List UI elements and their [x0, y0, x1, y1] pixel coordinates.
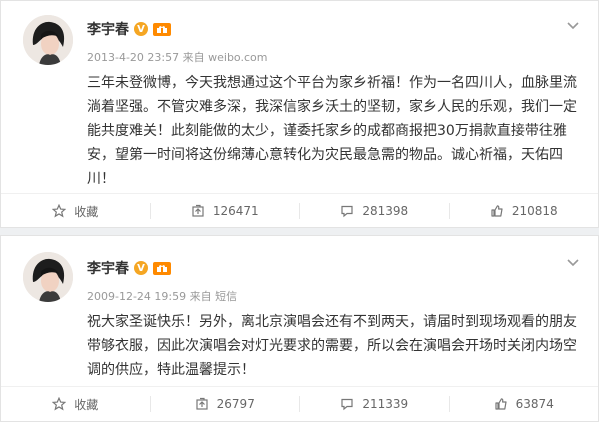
comment-icon [341, 398, 353, 411]
avatar[interactable] [23, 252, 73, 302]
chevron-down-icon[interactable] [566, 19, 580, 33]
like-button[interactable]: 210818 [450, 194, 599, 228]
repost-count: 26797 [216, 397, 255, 411]
favorite-label: 收藏 [74, 397, 99, 412]
author-name[interactable]: 李宇春 [87, 19, 129, 39]
like-count: 210818 [511, 204, 558, 218]
comment-button[interactable]: 211339 [300, 387, 449, 421]
post-meta: 2013-4-20 23:57 来自 weibo.com [87, 49, 267, 65]
action-bar: 收藏 126471 281398 210818 [1, 194, 598, 228]
thumb-up-icon [491, 205, 503, 217]
comment-icon [341, 205, 353, 218]
source-prefix: 来自 [182, 51, 205, 64]
author-row: 李宇春 V [87, 19, 171, 39]
post-meta: 2009-12-24 19:59 来自 短信 [87, 288, 237, 304]
comment-count: 211339 [362, 397, 409, 411]
chevron-down-icon[interactable] [566, 256, 580, 270]
star-icon [52, 204, 67, 218]
gift-icon [153, 261, 171, 275]
favorite-label: 收藏 [74, 204, 99, 219]
repost-icon [192, 204, 204, 217]
comment-count: 281398 [362, 204, 409, 218]
avatar-photo [23, 252, 73, 302]
verified-icon: V [134, 261, 148, 275]
favorite-button[interactable]: 收藏 [1, 387, 150, 421]
favorite-button[interactable]: 收藏 [1, 194, 150, 228]
author-name[interactable]: 李宇春 [87, 258, 129, 278]
like-count: 63874 [515, 397, 554, 411]
repost-button[interactable]: 26797 [151, 387, 300, 421]
post-text: 祝大家圣诞快乐！另外，离北京演唱会还有不到两天，请届时到现场观看的朋友带够衣服，… [87, 314, 577, 378]
thumb-up-icon [495, 398, 507, 410]
star-icon [52, 397, 67, 411]
verified-icon: V [134, 22, 148, 36]
comment-button[interactable]: 281398 [300, 194, 449, 228]
repost-count: 126471 [212, 204, 259, 218]
repost-button[interactable]: 126471 [151, 194, 300, 228]
weibo-post: 李宇春 V 2009-12-24 19:59 来自 短信 祝大家圣诞快乐！另外，… [0, 235, 599, 422]
source[interactable]: 短信 [215, 290, 237, 303]
timestamp[interactable]: 2013-4-20 23:57 [87, 51, 179, 64]
avatar-photo [23, 15, 73, 65]
repost-icon [196, 397, 208, 410]
weibo-post: 李宇春 V 2013-4-20 23:57 来自 weibo.com 三年未登微… [0, 0, 599, 228]
avatar[interactable] [23, 15, 73, 65]
timestamp[interactable]: 2009-12-24 19:59 [87, 290, 186, 303]
source-prefix: 来自 [189, 290, 212, 303]
gift-icon [153, 22, 171, 36]
action-bar: 收藏 26797 211339 63874 [1, 387, 598, 421]
source[interactable]: weibo.com [208, 51, 267, 64]
like-button[interactable]: 63874 [450, 387, 599, 421]
post-text: 三年未登微博，今天我想通过这个平台为家乡祈福！作为一名四川人，血脉里流淌着坚强。… [87, 75, 577, 187]
author-row: 李宇春 V [87, 258, 171, 278]
